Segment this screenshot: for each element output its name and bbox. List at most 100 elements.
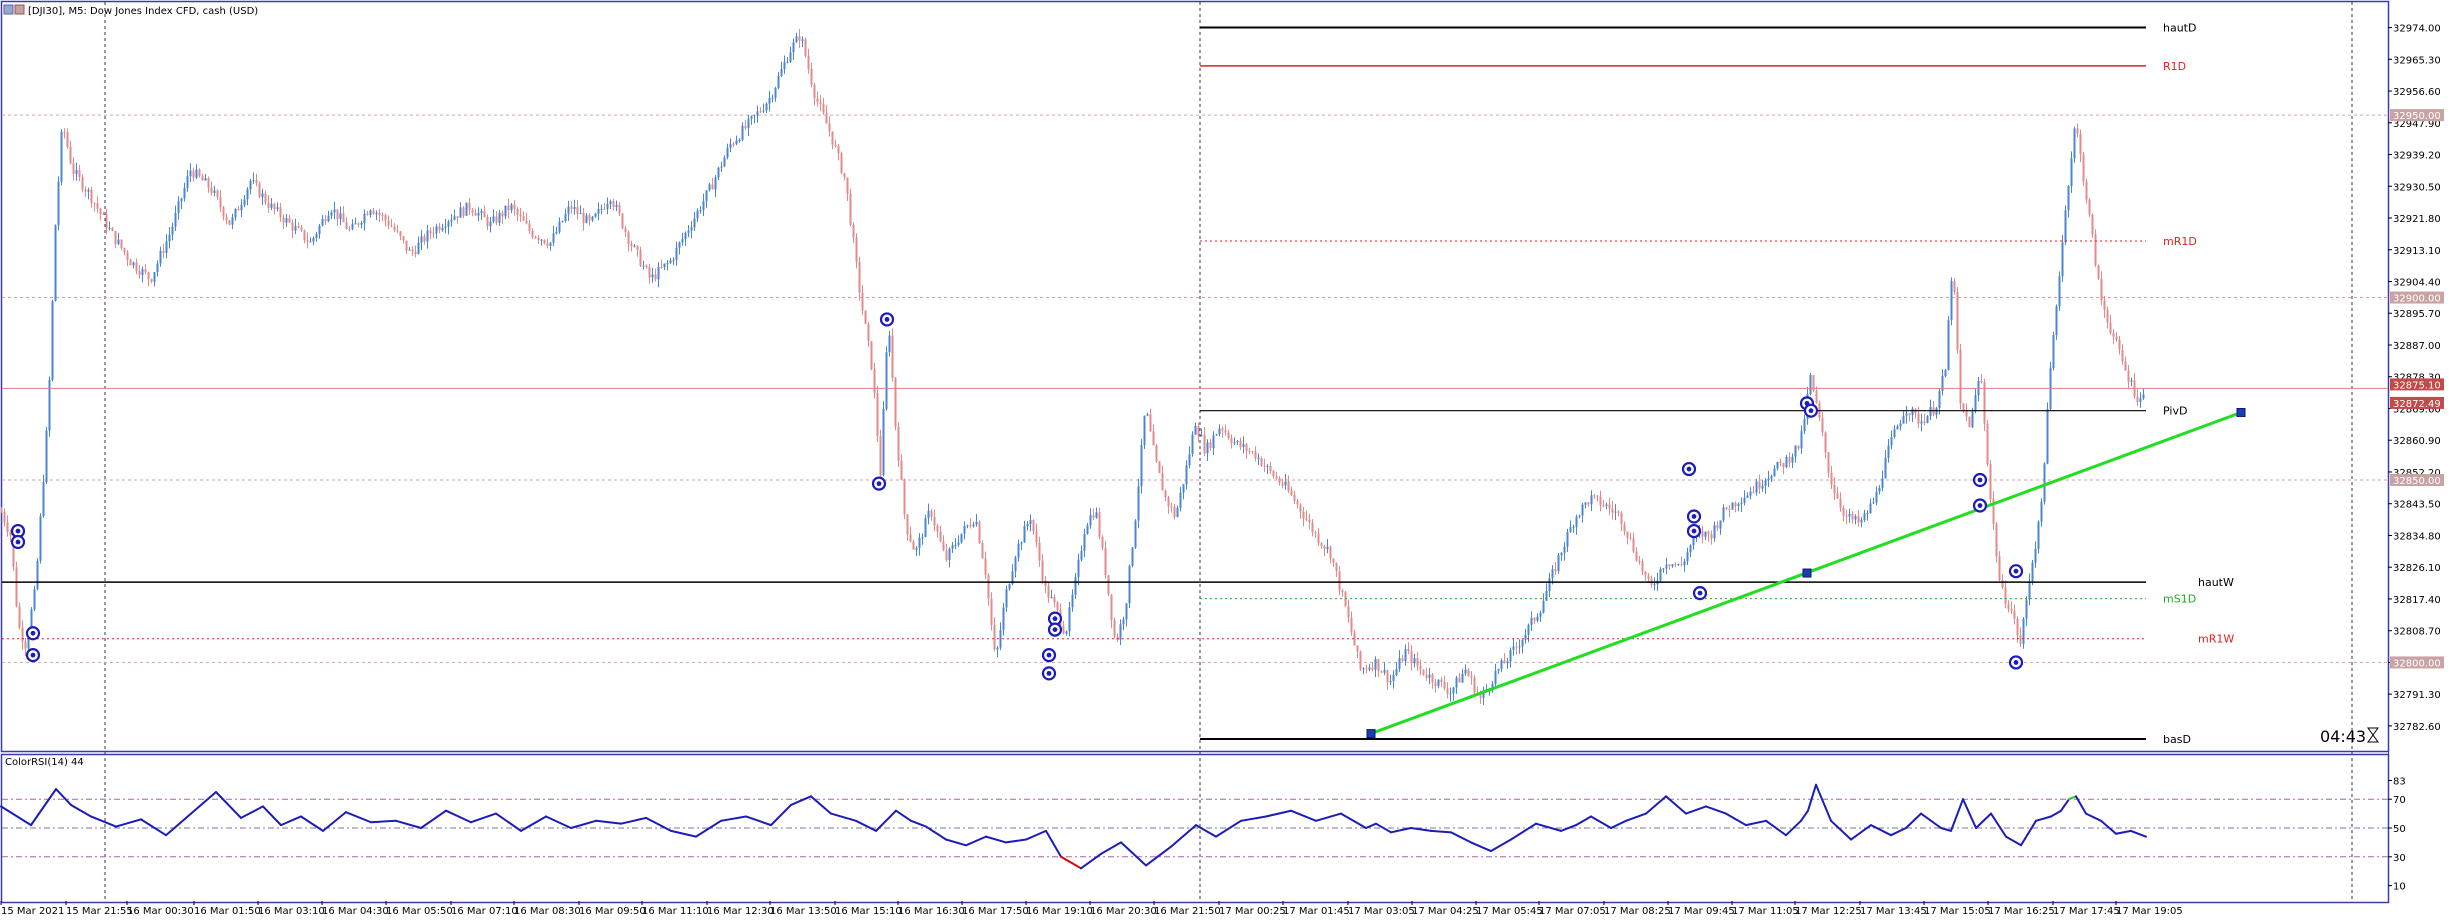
candle — [1662, 568, 1665, 570]
bar-countdown: 04:43 — [2320, 727, 2366, 746]
trendline-handle-2[interactable] — [2236, 407, 2246, 417]
price-tick-label: 32808.70 — [2393, 627, 2441, 638]
candle — [1305, 518, 1308, 520]
chart-window[interactable]: hautD R1D mR1D PivD hautW mS1D mR1W basD 32974.… — [0, 0, 2450, 918]
candle — [438, 226, 441, 231]
candle — [783, 62, 786, 70]
chart-type-icon[interactable] — [3, 4, 14, 15]
candle — [498, 212, 501, 223]
candle — [903, 479, 906, 515]
candle — [1455, 677, 1458, 688]
candle — [543, 239, 546, 244]
candle — [210, 187, 213, 194]
candle — [1248, 451, 1251, 453]
candle — [483, 211, 486, 218]
candle — [2103, 300, 2106, 311]
trendline-handle-1[interactable] — [1802, 568, 1812, 578]
candle — [69, 146, 72, 164]
candle — [195, 169, 198, 178]
candle — [1113, 620, 1116, 637]
trendline-handle-0[interactable] — [1366, 729, 1376, 739]
candle — [846, 177, 849, 195]
marker-dot — [1977, 477, 1983, 483]
signal-marker — [1692, 586, 1708, 601]
candle — [606, 204, 609, 209]
candle — [303, 230, 306, 241]
candle — [1632, 538, 1635, 552]
indicator-icon[interactable] — [14, 4, 25, 15]
candle — [24, 641, 27, 649]
candle — [1605, 504, 1608, 506]
candle — [1155, 445, 1158, 462]
candle — [1260, 457, 1263, 466]
candle — [582, 213, 585, 223]
candle — [1407, 649, 1410, 651]
marker-dot — [15, 539, 21, 545]
candle — [288, 218, 291, 223]
candle — [456, 216, 459, 218]
candle — [258, 183, 261, 198]
candle — [1839, 498, 1842, 508]
candle — [216, 190, 219, 198]
candle — [1221, 428, 1224, 431]
candle — [2091, 214, 2094, 235]
candle — [1032, 520, 1035, 532]
candle — [2100, 278, 2103, 301]
candle — [2130, 380, 2133, 382]
candle — [735, 140, 738, 145]
candle — [1347, 606, 1350, 618]
candle — [144, 269, 147, 273]
time-label: 17 Mar 19:05 — [2116, 906, 2183, 917]
candle — [309, 241, 312, 243]
candle — [774, 87, 777, 98]
candle — [240, 204, 243, 211]
candle — [546, 243, 549, 246]
candle — [1869, 503, 1872, 514]
candle — [858, 261, 861, 293]
price-tick-label: 32782.60 — [2393, 722, 2441, 733]
marker-dot — [1686, 466, 1692, 472]
candle — [636, 245, 639, 251]
candle — [1569, 527, 1572, 533]
candle — [1275, 476, 1278, 479]
candle — [1746, 495, 1749, 498]
candle — [687, 230, 690, 233]
candle — [2028, 581, 2031, 600]
candle — [750, 116, 753, 119]
candle — [279, 207, 282, 218]
price-tick-label: 32904.40 — [2393, 277, 2441, 288]
candle — [1173, 506, 1176, 517]
candle — [573, 207, 576, 209]
candle — [666, 262, 669, 264]
rsi-indicator-title: ColorRSI(14) 44 — [5, 757, 84, 768]
time-label: 16 Mar 21:50 — [1154, 906, 1221, 917]
level-label-hautD: hautD — [2163, 22, 2196, 35]
candle — [222, 207, 225, 217]
candle — [1614, 511, 1617, 513]
candle — [759, 111, 762, 113]
candle — [174, 213, 177, 227]
candle — [531, 230, 534, 238]
candle — [1308, 519, 1311, 523]
signal-marker — [871, 476, 887, 491]
candle — [639, 250, 642, 267]
candle — [1581, 504, 1584, 516]
candle — [1845, 515, 1848, 517]
time-label: 15 Mar 21:55 — [66, 906, 133, 917]
candle — [744, 125, 747, 129]
candle — [2022, 618, 2025, 644]
candle — [18, 606, 21, 628]
candle — [771, 97, 774, 99]
candle — [414, 251, 417, 254]
candle — [60, 131, 63, 182]
candle — [1767, 478, 1770, 481]
candle — [1185, 465, 1188, 485]
candle — [1887, 445, 1890, 458]
candle — [318, 225, 321, 235]
candle — [399, 231, 402, 237]
candle — [1161, 473, 1164, 491]
price-tick-label: 32974.00 — [2393, 24, 2441, 35]
candle — [2082, 154, 2085, 182]
candle — [1902, 415, 1905, 424]
candle — [1410, 650, 1413, 664]
